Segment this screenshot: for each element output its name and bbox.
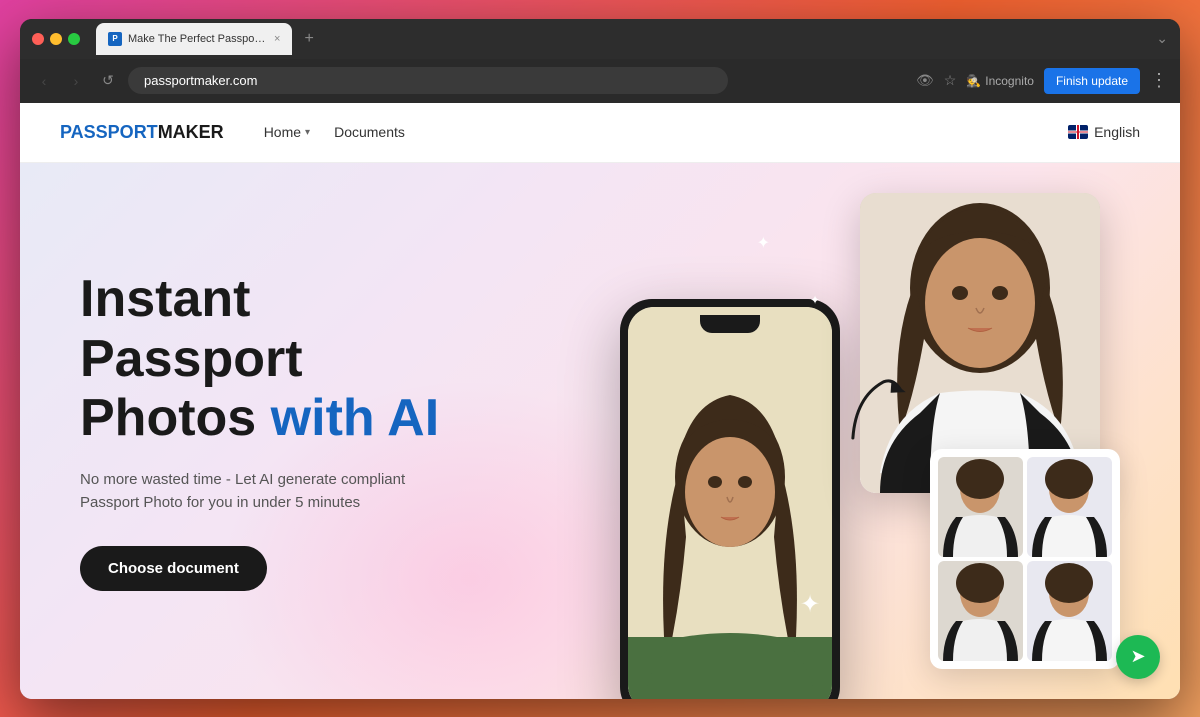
home-chevron-icon: ▾ [305, 127, 310, 138]
address-right-controls: 👁 ☆ 🕵 Incognito Finish update ⋮ [916, 68, 1168, 94]
site-logo[interactable]: PASSPORTMAKER [60, 122, 224, 143]
hero-title: Instant Passport Photos with AI [80, 270, 440, 449]
bookmark-icon[interactable]: ☆ [944, 72, 957, 89]
address-bar: ‹ › ↺ 👁 ☆ 🕵 Incognito Finish update ⋮ [20, 59, 1180, 103]
incognito-label: Incognito [985, 74, 1034, 88]
nav-home-link[interactable]: Home ▾ [264, 124, 310, 140]
hero-title-line1: Instant [80, 270, 250, 328]
share-icon: ➤ [1130, 646, 1145, 667]
minimize-traffic-light[interactable] [50, 33, 62, 45]
maximize-traffic-light[interactable] [68, 33, 80, 45]
sparkle-2: ✦ [757, 233, 770, 253]
expand-icon[interactable]: ⌄ [1156, 30, 1168, 47]
new-tab-button[interactable]: + [296, 26, 321, 52]
finish-update-button[interactable]: Finish update [1044, 68, 1140, 94]
language-selector[interactable]: English [1068, 124, 1140, 140]
hero-section: Instant Passport Photos with AI No more … [20, 163, 1180, 699]
logo-passport: PASSPORT [60, 122, 158, 142]
arrow-decoration [833, 366, 928, 470]
browser-window: P Make The Perfect Passport P × + ⌄ ‹ › … [20, 19, 1180, 699]
reload-button[interactable]: ↺ [96, 69, 120, 93]
forward-button[interactable]: › [64, 69, 88, 93]
traffic-lights [32, 33, 80, 45]
incognito-badge: 🕵 Incognito [966, 74, 1034, 88]
phone-screen [628, 307, 832, 699]
eye-off-icon: 👁 [916, 72, 934, 89]
logo-maker: MAKER [158, 122, 224, 142]
phone-mockup [620, 299, 840, 699]
hero-title-line2: Passport [80, 330, 303, 388]
tab-close-button[interactable]: × [274, 33, 280, 45]
tab-favicon: P [108, 32, 122, 46]
phone-notch [700, 315, 760, 333]
website-content: PASSPORTMAKER Home ▾ Documents English [20, 103, 1180, 699]
close-traffic-light[interactable] [32, 33, 44, 45]
share-fab-button[interactable]: ➤ [1116, 635, 1160, 679]
photos-grid [930, 449, 1120, 669]
sparkle-3: ✦ [810, 293, 820, 307]
hero-subtitle: No more wasted time - Let AI generate co… [80, 469, 440, 514]
hero-title-line3-normal: Photos [80, 389, 271, 447]
title-bar: P Make The Perfect Passport P × + ⌄ [20, 19, 1180, 59]
window-controls: ⌄ [1156, 30, 1168, 47]
grid-photo-3 [938, 561, 1023, 661]
address-input[interactable] [128, 67, 728, 94]
nav-documents-link[interactable]: Documents [334, 124, 405, 140]
cta-button[interactable]: Choose document [80, 546, 267, 591]
language-label: English [1094, 124, 1140, 140]
site-navigation: PASSPORTMAKER Home ▾ Documents English [20, 103, 1180, 163]
incognito-icon: 🕵 [966, 74, 981, 88]
flag-icon [1068, 125, 1088, 139]
grid-photo-1 [938, 457, 1023, 557]
hero-title-accent: with AI [271, 389, 440, 447]
grid-photo-2 [1027, 457, 1112, 557]
back-button[interactable]: ‹ [32, 69, 56, 93]
tab-bar: P Make The Perfect Passport P × + [96, 23, 1148, 55]
active-tab[interactable]: P Make The Perfect Passport P × [96, 23, 292, 55]
hero-visuals: ✦ ✦ ✦ [540, 173, 1120, 699]
sparkle-1: ✦ [800, 590, 820, 619]
more-options-icon[interactable]: ⋮ [1150, 70, 1168, 91]
nav-links: Home ▾ Documents [264, 124, 405, 140]
grid-photo-4 [1027, 561, 1112, 661]
hero-content: Instant Passport Photos with AI No more … [20, 230, 500, 631]
tab-title: Make The Perfect Passport P [128, 33, 268, 45]
